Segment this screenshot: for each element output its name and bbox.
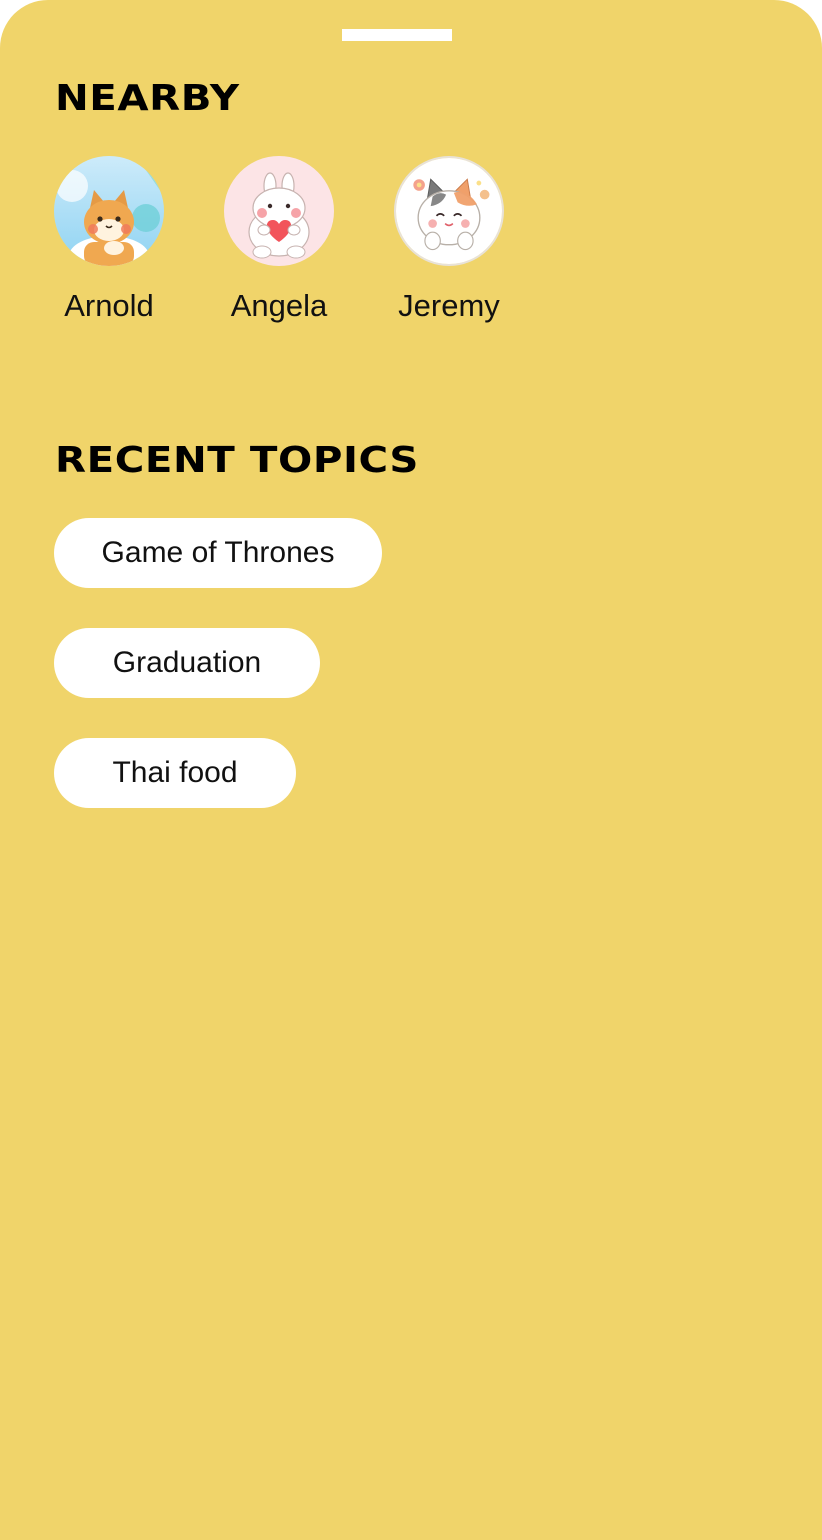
avatar[interactable] — [394, 156, 504, 266]
person-name: Arnold — [64, 288, 154, 323]
topic-chip-game-of-thrones[interactable]: Game of Thrones — [54, 518, 382, 588]
topic-chip-thai-food[interactable]: Thai food — [54, 738, 296, 808]
topic-chip-graduation[interactable]: Graduation — [54, 628, 320, 698]
nearby-heading: NEARBY — [55, 78, 240, 119]
nearby-person-jeremy[interactable]: Jeremy — [374, 156, 524, 321]
person-name: Jeremy — [398, 288, 500, 323]
shiba-dog-icon — [54, 156, 164, 266]
bunny-heart-icon — [224, 156, 334, 266]
bottom-sheet: NEARBY Arnold Angela Jeremy RECENT TOPIC… — [0, 0, 822, 1540]
recent-topics-heading: RECENT TOPICS — [55, 440, 419, 481]
nearby-person-arnold[interactable]: Arnold — [34, 156, 184, 321]
calico-cat-icon — [396, 158, 502, 264]
nearby-person-angela[interactable]: Angela — [204, 156, 354, 321]
avatar[interactable] — [224, 156, 334, 266]
person-name: Angela — [230, 288, 328, 323]
avatar[interactable] — [54, 156, 164, 266]
drag-handle[interactable] — [342, 29, 452, 41]
